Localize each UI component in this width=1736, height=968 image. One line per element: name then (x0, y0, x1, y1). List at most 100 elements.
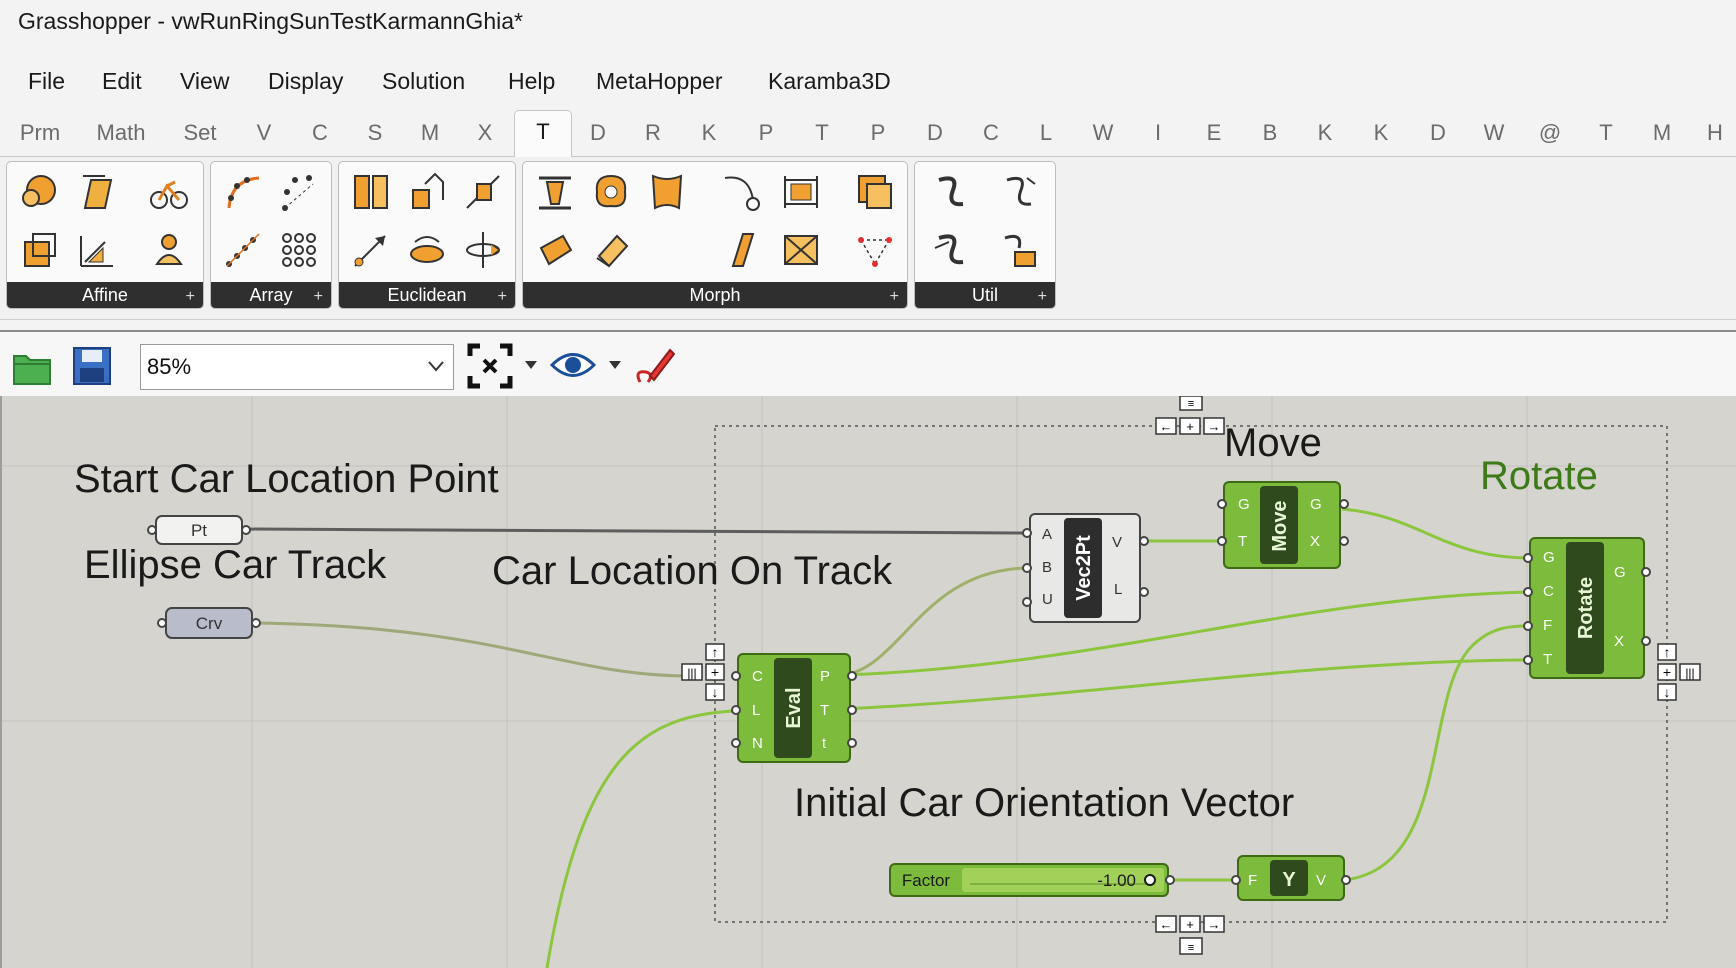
tab-e[interactable]: E (1194, 120, 1234, 146)
menu-karamba3d[interactable]: Karamba3D (768, 68, 891, 95)
tab-b[interactable]: B (1250, 120, 1290, 146)
zoom-options-dropdown-icon[interactable] (524, 360, 538, 370)
rectangular-array-icon[interactable] (277, 228, 321, 272)
transform-icon[interactable] (997, 228, 1041, 272)
rotate-component[interactable]: Rotate G C F T G X (1523, 537, 1651, 679)
rotate-zoom-handles[interactable]: ↑ + ↓ ||| (1657, 643, 1701, 701)
tab-m2[interactable]: M (1642, 120, 1682, 146)
tab-v[interactable]: V (244, 120, 284, 146)
twist-icon[interactable] (533, 228, 577, 272)
surface-morph-icon[interactable] (645, 170, 689, 214)
slider-knob[interactable] (1144, 874, 1156, 886)
preview-eye-icon[interactable] (550, 346, 596, 384)
tab-d[interactable]: D (578, 120, 618, 146)
stretch-icon[interactable] (719, 228, 763, 272)
group-bottom-handles[interactable]: ← + → ≡ (1155, 915, 1225, 955)
tab-x[interactable]: X (465, 120, 505, 146)
expand-icon[interactable]: + (314, 288, 323, 306)
mirror-icon[interactable] (349, 170, 393, 214)
bend-icon[interactable] (533, 170, 577, 214)
rotate-3d-icon[interactable] (405, 170, 449, 214)
preview-options-dropdown-icon[interactable] (608, 360, 622, 370)
rotate-axis-icon[interactable] (461, 170, 505, 214)
scale-sphere-icon[interactable] (17, 170, 61, 214)
curve-array-icon[interactable] (221, 170, 265, 214)
tab-r[interactable]: R (633, 120, 673, 146)
tab-set[interactable]: Set (180, 120, 220, 146)
map-to-surface-icon[interactable] (853, 170, 897, 214)
tab-t3[interactable]: T (1586, 120, 1626, 146)
output-x: X (1310, 533, 1320, 550)
tab-c2[interactable]: C (971, 120, 1011, 146)
orient-icon[interactable] (461, 228, 505, 272)
project-icon[interactable] (75, 228, 119, 272)
tab-d2[interactable]: D (915, 120, 955, 146)
input-t: T (1543, 651, 1552, 668)
open-file-icon[interactable] (10, 344, 54, 388)
orient-bike-icon[interactable] (147, 170, 191, 214)
tab-m[interactable]: M (410, 120, 450, 146)
zoom-dropdown[interactable]: 85% (140, 344, 454, 390)
evaluate-length-component[interactable]: Eval C L N P T t (731, 653, 857, 763)
tab-s[interactable]: S (355, 120, 395, 146)
tab-l[interactable]: L (1026, 120, 1066, 146)
tab-prm[interactable]: Prm (18, 120, 62, 146)
tab-t2[interactable]: T (802, 120, 842, 146)
tab-c[interactable]: C (300, 120, 340, 146)
tab-k2[interactable]: K (1305, 120, 1345, 146)
tab-at[interactable]: @ (1530, 120, 1570, 146)
output-g: G (1614, 564, 1626, 581)
menu-metahopper[interactable]: MetaHopper (596, 68, 723, 95)
menu-edit[interactable]: Edit (102, 68, 142, 95)
tab-k3[interactable]: K (1361, 120, 1401, 146)
taper-icon[interactable] (589, 228, 633, 272)
zoom-extents-icon[interactable] (466, 342, 514, 390)
inverse-icon[interactable] (997, 170, 1041, 214)
tab-t-active[interactable]: T (514, 110, 572, 157)
group-top-handles[interactable]: ≡ ← + → (1155, 396, 1225, 435)
compound-icon[interactable] (929, 170, 973, 214)
curve-param[interactable]: Crv (157, 607, 261, 639)
tab-d3[interactable]: D (1418, 120, 1458, 146)
tab-h[interactable]: H (1698, 120, 1732, 146)
box-map-icon[interactable] (17, 228, 61, 272)
blob-morph-icon[interactable] (589, 170, 633, 214)
menu-view[interactable]: View (180, 68, 229, 95)
menu-help[interactable]: Help (508, 68, 555, 95)
unit-y-component[interactable]: Y F V (1231, 855, 1351, 901)
eval-zoom-handles[interactable]: ↑ + ↓ ||| (681, 643, 725, 701)
shear-icon[interactable] (75, 170, 119, 214)
tab-p2[interactable]: P (858, 120, 898, 146)
factor-slider[interactable]: Factor -1.00 (889, 863, 1175, 897)
expand-icon[interactable]: + (1038, 288, 1047, 306)
rotate-plane-icon[interactable] (405, 228, 449, 272)
expand-icon[interactable]: + (890, 288, 899, 306)
tab-p[interactable]: P (746, 120, 786, 146)
linear-array-icon[interactable] (221, 228, 265, 272)
tab-w2[interactable]: W (1474, 120, 1514, 146)
expand-icon[interactable]: + (186, 288, 195, 306)
move-component[interactable]: Move G T G X (1217, 481, 1349, 569)
point-deform-icon[interactable] (853, 228, 897, 272)
person-scale-icon[interactable] (147, 228, 191, 272)
move-icon[interactable] (349, 228, 393, 272)
vec2pt-component[interactable]: Vec2Pt A B U V L (1022, 513, 1149, 623)
zoom-value: 85% (147, 354, 192, 379)
menu-solution[interactable]: Solution (382, 68, 465, 95)
menu-file[interactable]: File (28, 68, 65, 95)
flow-icon[interactable] (719, 170, 763, 214)
splop-icon[interactable] (779, 228, 823, 272)
tab-i[interactable]: I (1138, 120, 1178, 146)
menu-display[interactable]: Display (268, 68, 343, 95)
polar-array-icon[interactable] (277, 170, 321, 214)
split-transform-icon[interactable] (929, 228, 973, 272)
expand-icon[interactable]: + (498, 288, 507, 306)
tab-math[interactable]: Math (92, 120, 150, 146)
grasshopper-canvas[interactable]: Start Car Location Point Ellipse Car Tra… (0, 396, 1736, 968)
box-morph-icon[interactable] (779, 170, 823, 214)
tab-k[interactable]: K (689, 120, 729, 146)
save-file-icon[interactable] (70, 344, 114, 388)
tab-w[interactable]: W (1083, 120, 1123, 146)
point-param[interactable]: Pt (147, 515, 251, 545)
sketch-pen-icon[interactable] (630, 342, 678, 390)
